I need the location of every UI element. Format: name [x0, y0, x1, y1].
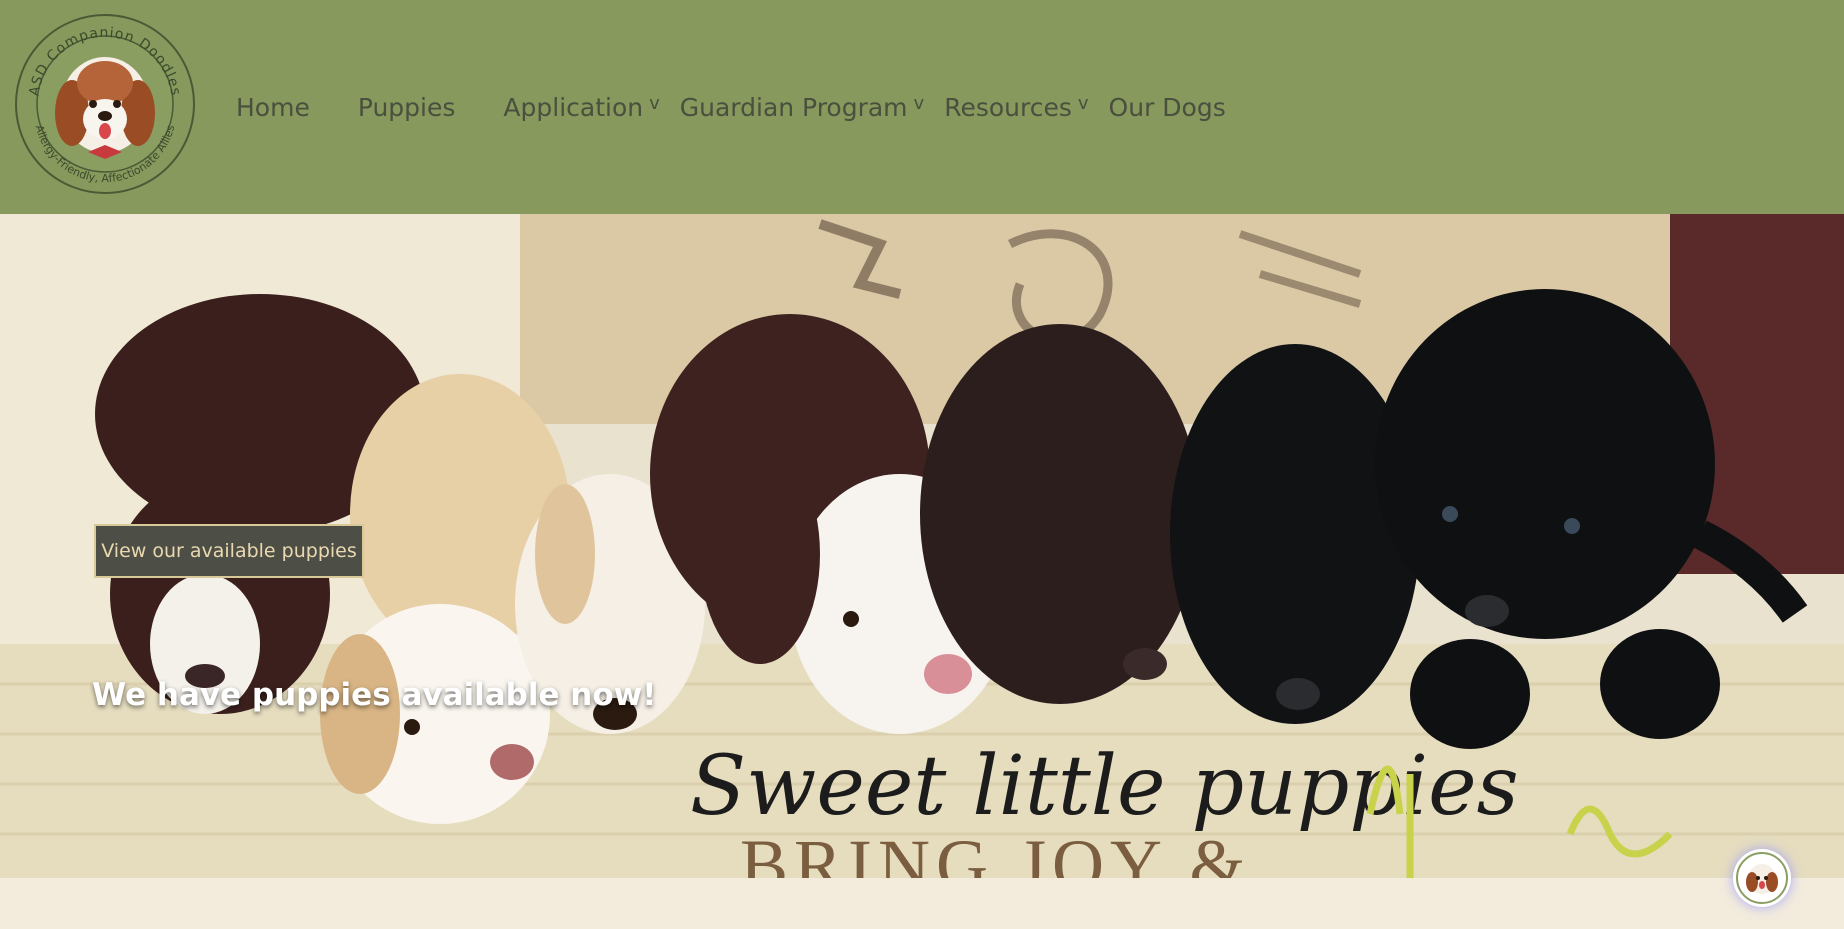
nav-resources[interactable]: Resources v	[944, 86, 1088, 130]
nav-resources-label: Resources	[944, 93, 1072, 122]
nav-guardian-program[interactable]: Guardian Program v	[680, 86, 924, 130]
chat-widget-button[interactable]	[1733, 849, 1791, 907]
nav-home[interactable]: Home	[236, 86, 310, 130]
logo-emblem-icon: ASD Companion Doodles Allergy-Friendly, …	[15, 14, 195, 194]
view-puppies-button[interactable]: View our available puppies	[94, 524, 364, 578]
nav-our-dogs-label: Our Dogs	[1108, 93, 1226, 122]
chevron-down-icon[interactable]: v	[649, 86, 660, 122]
site-header: ASD Companion Doodles Allergy-Friendly, …	[0, 0, 1844, 214]
hero-serif-text: BRING JOY &	[740, 825, 1251, 878]
nav-application[interactable]: Application v	[503, 86, 659, 130]
chat-widget-icon	[1736, 852, 1788, 904]
nav-puppies[interactable]: Puppies	[358, 86, 456, 130]
page-bottom-strip	[0, 878, 1844, 929]
chevron-down-icon[interactable]: v	[1078, 86, 1089, 122]
main-nav: Home Puppies Application v Guardian Prog…	[236, 86, 1274, 130]
nav-application-label: Application	[503, 93, 644, 122]
nav-puppies-label: Puppies	[357, 93, 456, 122]
hero-headline: We have puppies available now!	[92, 677, 657, 713]
site-logo[interactable]: ASD Companion Doodles Allergy-Friendly, …	[14, 13, 196, 195]
nav-home-label: Home	[236, 93, 310, 122]
chevron-down-icon[interactable]: v	[914, 86, 925, 122]
nav-guardian-program-label: Guardian Program	[679, 93, 908, 122]
nav-our-dogs[interactable]: Our Dogs	[1109, 86, 1226, 130]
